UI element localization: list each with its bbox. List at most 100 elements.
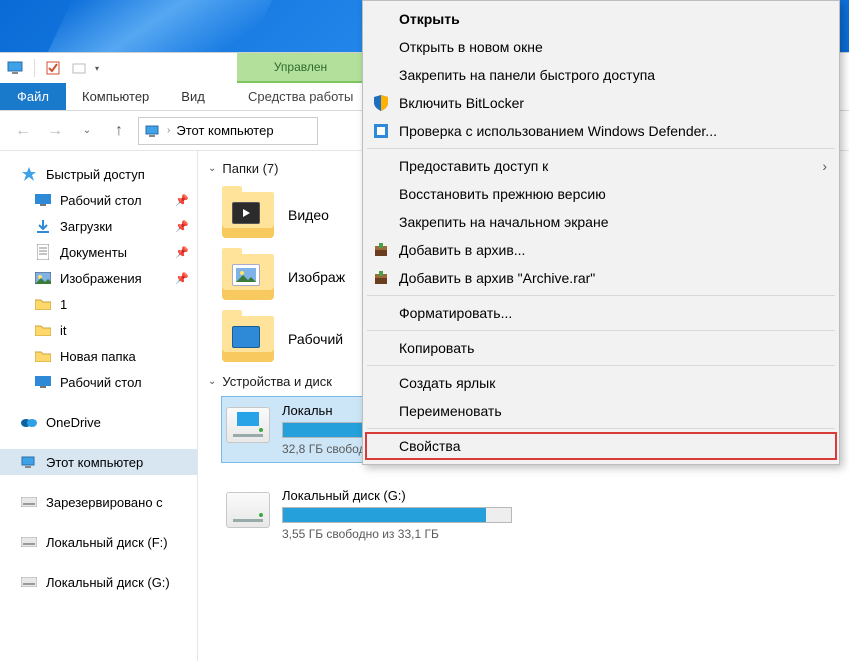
- breadcrumb-location[interactable]: Этот компьютер: [176, 123, 273, 138]
- sidebar-item-desktop[interactable]: Рабочий стол 📌: [0, 187, 197, 213]
- sidebar-item-label: OneDrive: [46, 415, 101, 430]
- sidebar-item-label: Рабочий стол: [60, 193, 142, 208]
- menu-item-label: Открыть в новом окне: [399, 39, 543, 55]
- menu-separator: [367, 428, 835, 429]
- menu-item-label: Добавить в архив...: [399, 242, 525, 258]
- menu-open[interactable]: Открыть: [365, 5, 837, 33]
- menu-bitlocker[interactable]: Включить BitLocker: [365, 89, 837, 117]
- this-pc-icon: [145, 125, 161, 137]
- menu-create-shortcut[interactable]: Создать ярлык: [365, 369, 837, 397]
- sidebar-item-folder-new[interactable]: Новая папка: [0, 343, 197, 369]
- qat-new-folder-icon[interactable]: [69, 58, 89, 78]
- nav-back-button[interactable]: ←: [10, 118, 36, 144]
- menu-add-to-archive[interactable]: Добавить в архив...: [365, 236, 837, 264]
- sidebar-item-label: Локальный диск (F:): [46, 535, 168, 550]
- sidebar-drive-g[interactable]: Локальный диск (G:): [0, 569, 197, 595]
- folder-label: Рабочий: [288, 331, 343, 347]
- folder-icon: [222, 254, 274, 300]
- this-pc-icon: [20, 453, 38, 471]
- desktop-icon: [34, 191, 52, 209]
- sidebar-item-label: it: [60, 323, 67, 338]
- ribbon-context-header: Управлен: [237, 53, 364, 83]
- drive-icon: [226, 492, 270, 528]
- nav-forward-button[interactable]: →: [42, 118, 68, 144]
- menu-pin-quick-access[interactable]: Закрепить на панели быстрого доступа: [365, 61, 837, 89]
- nav-recent-dropdown[interactable]: ⌄: [74, 118, 100, 144]
- folder-label: Изображ: [288, 269, 345, 285]
- menu-share-access[interactable]: Предоставить доступ к ›: [365, 152, 837, 180]
- sidebar-item-folder-1[interactable]: 1: [0, 291, 197, 317]
- menu-item-label: Добавить в архив "Archive.rar": [399, 270, 595, 286]
- shield-icon: [371, 93, 391, 113]
- menu-item-label: Проверка с использованием Windows Defend…: [399, 123, 717, 139]
- menu-item-label: Предоставить доступ к: [399, 158, 548, 174]
- menu-open-new-window[interactable]: Открыть в новом окне: [365, 33, 837, 61]
- menu-item-label: Восстановить прежнюю версию: [399, 186, 606, 202]
- menu-item-label: Форматировать...: [399, 305, 512, 321]
- folder-icon: [222, 316, 274, 362]
- navigation-pane: Быстрый доступ Рабочий стол 📌 Загрузки 📌…: [0, 151, 198, 661]
- sidebar-drive-f[interactable]: Локальный диск (F:): [0, 529, 197, 555]
- sidebar-item-desktop-2[interactable]: Рабочий стол: [0, 369, 197, 395]
- folder-icon: [34, 321, 52, 339]
- sidebar-item-label: Этот компьютер: [46, 455, 143, 470]
- sidebar-item-label: Быстрый доступ: [46, 167, 145, 182]
- menu-item-label: Включить BitLocker: [399, 95, 524, 111]
- pin-icon: 📌: [175, 194, 189, 207]
- menu-item-label: Переименовать: [399, 403, 502, 419]
- sidebar-this-pc[interactable]: Этот компьютер: [0, 449, 197, 475]
- sidebar-onedrive[interactable]: OneDrive: [0, 409, 197, 435]
- menu-separator: [367, 148, 835, 149]
- menu-copy[interactable]: Копировать: [365, 334, 837, 362]
- chevron-down-icon: ⌄: [208, 163, 216, 174]
- capacity-bar: [282, 507, 512, 523]
- documents-icon: [34, 243, 52, 261]
- file-tab[interactable]: Файл: [0, 83, 66, 110]
- drive-icon: [20, 533, 38, 551]
- onedrive-icon: [20, 413, 38, 431]
- menu-rename[interactable]: Переименовать: [365, 397, 837, 425]
- menu-format[interactable]: Форматировать...: [365, 299, 837, 327]
- folder-icon: [222, 192, 274, 238]
- sidebar-item-label: Документы: [60, 245, 127, 260]
- sidebar-item-downloads[interactable]: Загрузки 📌: [0, 213, 197, 239]
- menu-restore-previous[interactable]: Восстановить прежнюю версию: [365, 180, 837, 208]
- drive-item-g[interactable]: Локальный диск (G:) 3,55 ГБ свободно из …: [222, 482, 522, 547]
- sidebar-reserved-drive[interactable]: Зарезервировано с: [0, 489, 197, 515]
- downloads-icon: [34, 217, 52, 235]
- tab-computer[interactable]: Компьютер: [66, 83, 165, 110]
- pictures-icon: [34, 269, 52, 287]
- chevron-right-icon: ›: [167, 125, 170, 136]
- sidebar-item-label: Загрузки: [60, 219, 112, 234]
- group-header-label: Устройства и диск: [222, 374, 332, 389]
- winrar-icon: [371, 268, 391, 288]
- sidebar-item-label: Изображения: [60, 271, 142, 286]
- nav-up-button[interactable]: ↑: [106, 118, 132, 144]
- drive-free-text: 3,55 ГБ свободно из 33,1 ГБ: [282, 527, 518, 541]
- menu-properties[interactable]: Свойства: [365, 432, 837, 460]
- sidebar-item-folder-it[interactable]: it: [0, 317, 197, 343]
- sidebar-item-documents[interactable]: Документы 📌: [0, 239, 197, 265]
- qat-customize-icon[interactable]: ▾: [95, 64, 99, 73]
- menu-pin-start[interactable]: Закрепить на начальном экране: [365, 208, 837, 236]
- menu-defender-scan[interactable]: Проверка с использованием Windows Defend…: [365, 117, 837, 145]
- menu-item-label: Закрепить на панели быстрого доступа: [399, 67, 655, 83]
- qat-properties-icon[interactable]: [43, 58, 63, 78]
- breadcrumb[interactable]: › Этот компьютер: [138, 117, 318, 145]
- drive-name: Локальный диск (G:): [282, 488, 518, 503]
- group-header-label: Папки (7): [222, 161, 278, 176]
- tab-view[interactable]: Вид: [165, 83, 221, 110]
- menu-item-label: Создать ярлык: [399, 375, 495, 391]
- sidebar-quick-access[interactable]: Быстрый доступ: [0, 161, 197, 187]
- menu-separator: [367, 330, 835, 331]
- menu-item-label: Открыть: [399, 11, 460, 27]
- menu-separator: [367, 365, 835, 366]
- menu-item-label: Свойства: [399, 438, 460, 454]
- tab-drive-tools[interactable]: Средства работы: [240, 83, 361, 110]
- chevron-down-icon: ⌄: [208, 376, 216, 387]
- sidebar-item-label: Рабочий стол: [60, 375, 142, 390]
- menu-item-label: Копировать: [399, 340, 474, 356]
- sidebar-item-pictures[interactable]: Изображения 📌: [0, 265, 197, 291]
- menu-add-to-archive-named[interactable]: Добавить в архив "Archive.rar": [365, 264, 837, 292]
- context-menu: Открыть Открыть в новом окне Закрепить н…: [362, 0, 840, 465]
